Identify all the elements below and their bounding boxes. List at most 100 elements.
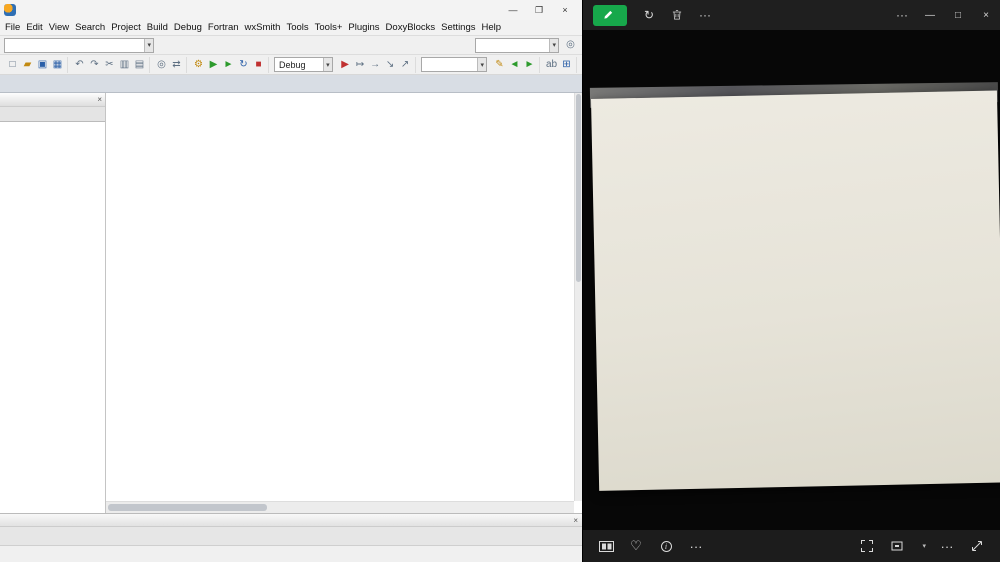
- close-panel-icon[interactable]: ×: [97, 95, 102, 104]
- expand-icon[interactable]: [962, 530, 992, 562]
- zoom-control[interactable]: ▾: [912, 530, 932, 562]
- run-icon[interactable]: ▶: [206, 57, 221, 73]
- delete-icon[interactable]: [663, 0, 691, 30]
- menu-project[interactable]: Project: [108, 22, 144, 33]
- edit-button[interactable]: [593, 4, 627, 26]
- menu-search[interactable]: Search: [72, 22, 108, 33]
- management-header: ×: [0, 93, 105, 107]
- maximize-icon[interactable]: ❐: [526, 1, 552, 19]
- find-toolbar-group: ◎ ⇄: [152, 56, 187, 73]
- desktop: — ❐ × File Edit View Search Project Build Debu…: [0, 0, 1000, 562]
- run-to-cursor-icon[interactable]: ↦: [353, 57, 368, 73]
- menu-tools[interactable]: Tools: [283, 22, 311, 33]
- editor-vertical-scrollbar[interactable]: [574, 93, 582, 501]
- rotate-icon[interactable]: ↻: [635, 0, 663, 30]
- copy-icon[interactable]: ▥: [117, 57, 132, 73]
- code-area[interactable]: [106, 93, 574, 501]
- photo-canvas: [583, 30, 1000, 530]
- paste-icon[interactable]: ▤: [132, 57, 147, 73]
- see-more-icon[interactable]: ···: [888, 0, 916, 30]
- save-icon[interactable]: ▣: [35, 57, 50, 73]
- editor-tabs: [0, 75, 582, 93]
- menu-view[interactable]: View: [46, 22, 72, 33]
- abort-icon[interactable]: ■: [251, 57, 266, 73]
- maximize-icon[interactable]: □: [944, 0, 972, 30]
- scrollbar-thumb[interactable]: [576, 94, 581, 282]
- close-icon[interactable]: ×: [552, 1, 578, 19]
- filmstrip-icon[interactable]: [591, 530, 621, 562]
- menu-edit[interactable]: Edit: [23, 22, 45, 33]
- menubar: File Edit View Search Project Build Debug Fortr…: [0, 20, 582, 36]
- build-and-run-icon[interactable]: ►: [221, 57, 236, 73]
- symbols-browser-icon[interactable]: ab: [544, 57, 559, 73]
- browse-back-icon[interactable]: ◄: [507, 57, 522, 73]
- menu-debug[interactable]: Debug: [171, 22, 205, 33]
- menu-wxsmith[interactable]: wxSmith: [242, 22, 284, 33]
- more-icon[interactable]: ···: [932, 530, 962, 562]
- chevron-down-icon: ▾: [144, 38, 153, 52]
- menu-plugins[interactable]: Plugins: [345, 22, 382, 33]
- open-file-icon[interactable]: ▰: [20, 57, 35, 73]
- photo[interactable]: [588, 82, 1000, 495]
- replace-icon[interactable]: ⇄: [169, 57, 184, 73]
- photos-bottom-bar: ♡ i ··· ▾ ···: [583, 530, 1000, 562]
- incremental-search-combo[interactable]: ▾: [420, 57, 487, 72]
- right-toolbar-group: ab ⊞: [542, 56, 577, 73]
- next-line-icon[interactable]: →: [368, 57, 383, 73]
- build-icon[interactable]: ⚙: [191, 57, 206, 73]
- menu-build[interactable]: Build: [144, 22, 171, 33]
- redo-icon[interactable]: ↷: [87, 57, 102, 73]
- scope-combo[interactable]: ▾: [4, 37, 154, 53]
- goto-declaration-icon[interactable]: ◎: [563, 37, 578, 53]
- codeblocks-window: — ❐ × File Edit View Search Project Build Debu…: [0, 0, 583, 562]
- close-icon[interactable]: ×: [972, 0, 1000, 30]
- save-all-icon[interactable]: ▦: [50, 57, 65, 73]
- debug-continue-icon[interactable]: ▶: [338, 57, 353, 73]
- exam-paper: [591, 90, 1000, 491]
- new-file-icon[interactable]: □: [5, 57, 20, 73]
- codeblocks-app-icon: [4, 4, 16, 16]
- scrollbar-thumb[interactable]: [108, 504, 268, 511]
- chevron-down-icon: ▾: [477, 58, 486, 71]
- menu-fortran[interactable]: Fortran: [205, 22, 242, 33]
- window-controls: — ❐ ×: [500, 1, 578, 19]
- menu-doxyblocks[interactable]: DoxyBlocks: [383, 22, 439, 33]
- main-toolbar: □ ▰ ▣ ▦ ↶ ↷ ✂ ▥ ▤ ◎ ⇄ ⚙ ▶ ► ↻ ■ Debug ▾ ▶ ↦ → ↘ ↗ ▾ ✎ ◄ ► ab ⊞: [0, 55, 582, 75]
- menu-settings[interactable]: Settings: [438, 22, 478, 33]
- favorite-icon[interactable]: ♡: [621, 530, 651, 562]
- photos-window: ↻ ··· ··· — □ × ♡ i ··· ▾ ···: [583, 0, 1000, 562]
- editor-horizontal-scrollbar[interactable]: [106, 501, 574, 513]
- more-options-icon[interactable]: ···: [691, 0, 719, 30]
- incremental-search-icon[interactable]: ✎: [492, 57, 507, 73]
- info-icon[interactable]: i: [651, 530, 681, 562]
- chevron-down-icon: ▾: [323, 58, 332, 71]
- minimize-icon[interactable]: —: [916, 0, 944, 30]
- step-out-icon[interactable]: ↗: [398, 57, 413, 73]
- undo-icon[interactable]: ↶: [72, 57, 87, 73]
- build-target-combo[interactable]: Debug ▾: [274, 57, 333, 72]
- logs-header: ×: [0, 514, 582, 527]
- codeblocks-titlebar[interactable]: — ❐ ×: [0, 0, 582, 20]
- browse-forward-icon[interactable]: ►: [522, 57, 537, 73]
- rebuild-icon[interactable]: ↻: [236, 57, 251, 73]
- fullscreen-icon[interactable]: [852, 530, 882, 562]
- zoom-fit-icon[interactable]: [882, 530, 912, 562]
- cut-icon[interactable]: ✂: [102, 57, 117, 73]
- step-into-icon[interactable]: ↘: [383, 57, 398, 73]
- code-completion-toolbar: ▾ ▾ ◎: [0, 36, 582, 55]
- close-panel-icon[interactable]: ×: [573, 516, 578, 525]
- find-icon[interactable]: ◎: [154, 57, 169, 73]
- minimize-icon[interactable]: —: [500, 1, 526, 19]
- open-files-icon[interactable]: ⊞: [559, 57, 574, 73]
- more-icon[interactable]: ···: [681, 530, 711, 562]
- code-editor[interactable]: [106, 93, 582, 513]
- menu-tools[interactable]: Tools+: [312, 22, 346, 33]
- menu-file[interactable]: File: [2, 22, 23, 33]
- menu-help[interactable]: Help: [479, 22, 505, 33]
- nav-toolbar-group: ✎ ◄ ►: [490, 56, 540, 73]
- class-browser-combo[interactable]: ▾: [475, 37, 559, 53]
- photos-titlebar[interactable]: ↻ ··· ··· — □ ×: [583, 0, 1000, 30]
- edit-toolbar-group: ↶ ↷ ✂ ▥ ▤: [70, 56, 150, 73]
- logs-panel: ×: [0, 513, 582, 545]
- management-tabs: [0, 107, 105, 122]
